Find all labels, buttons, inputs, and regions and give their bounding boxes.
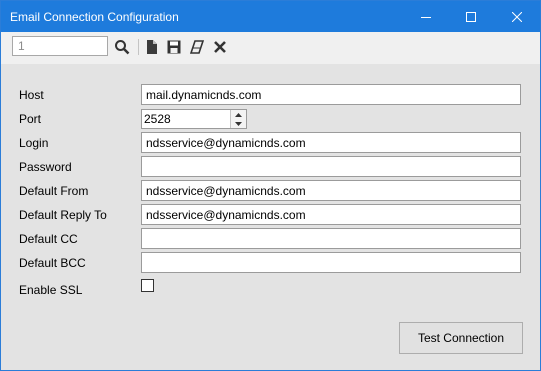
default-from-field[interactable] <box>141 180 521 201</box>
close-button[interactable] <box>494 1 540 32</box>
close-icon <box>512 11 522 22</box>
toolbar-separator <box>138 39 139 55</box>
default-bcc-field[interactable] <box>141 252 521 273</box>
chevron-down-icon <box>235 121 242 126</box>
save-button[interactable] <box>165 38 183 56</box>
search-button[interactable] <box>113 38 131 56</box>
login-label: Login <box>19 136 49 150</box>
eraser-icon <box>190 40 204 54</box>
new-button[interactable] <box>143 38 161 56</box>
port-label: Port <box>19 112 42 126</box>
password-field[interactable] <box>141 156 521 177</box>
title-bar[interactable]: Email Connection Configuration <box>1 1 540 32</box>
minimize-button[interactable] <box>403 1 449 32</box>
password-label: Password <box>19 160 72 174</box>
window-title: Email Connection Configuration <box>10 10 179 24</box>
host-field[interactable] <box>141 84 521 105</box>
host-label: Host <box>19 88 44 102</box>
clear-button[interactable] <box>188 38 206 56</box>
default-from-label: Default From <box>19 184 89 198</box>
port-stepper <box>141 109 247 129</box>
form-panel: Host Port Login Password Default From De… <box>1 64 540 370</box>
save-icon <box>167 40 181 54</box>
default-reply-to-field[interactable] <box>141 204 521 225</box>
new-document-icon <box>147 40 157 54</box>
toolbar <box>1 32 540 64</box>
port-field[interactable] <box>142 110 232 128</box>
record-number-input[interactable] <box>12 36 108 56</box>
default-bcc-label: Default BCC <box>19 256 86 270</box>
delete-button[interactable] <box>211 38 229 56</box>
search-icon <box>115 40 130 55</box>
default-cc-label: Default CC <box>19 232 78 246</box>
delete-icon <box>214 41 226 53</box>
minimize-icon <box>421 16 431 18</box>
maximize-icon <box>466 11 476 22</box>
login-field[interactable] <box>141 132 521 153</box>
chevron-up-icon <box>235 112 242 117</box>
default-cc-field[interactable] <box>141 228 521 249</box>
port-decrement-button[interactable] <box>230 119 246 128</box>
config-window: Email Connection Configuration 1 Host ma… <box>0 0 541 371</box>
test-connection-button[interactable]: Test Connection <box>399 322 523 354</box>
enable-ssl-label: Enable SSL <box>19 283 83 297</box>
default-reply-to-label: Default Reply To <box>19 208 107 222</box>
maximize-button[interactable] <box>448 1 494 32</box>
enable-ssl-checkbox[interactable] <box>141 279 154 292</box>
